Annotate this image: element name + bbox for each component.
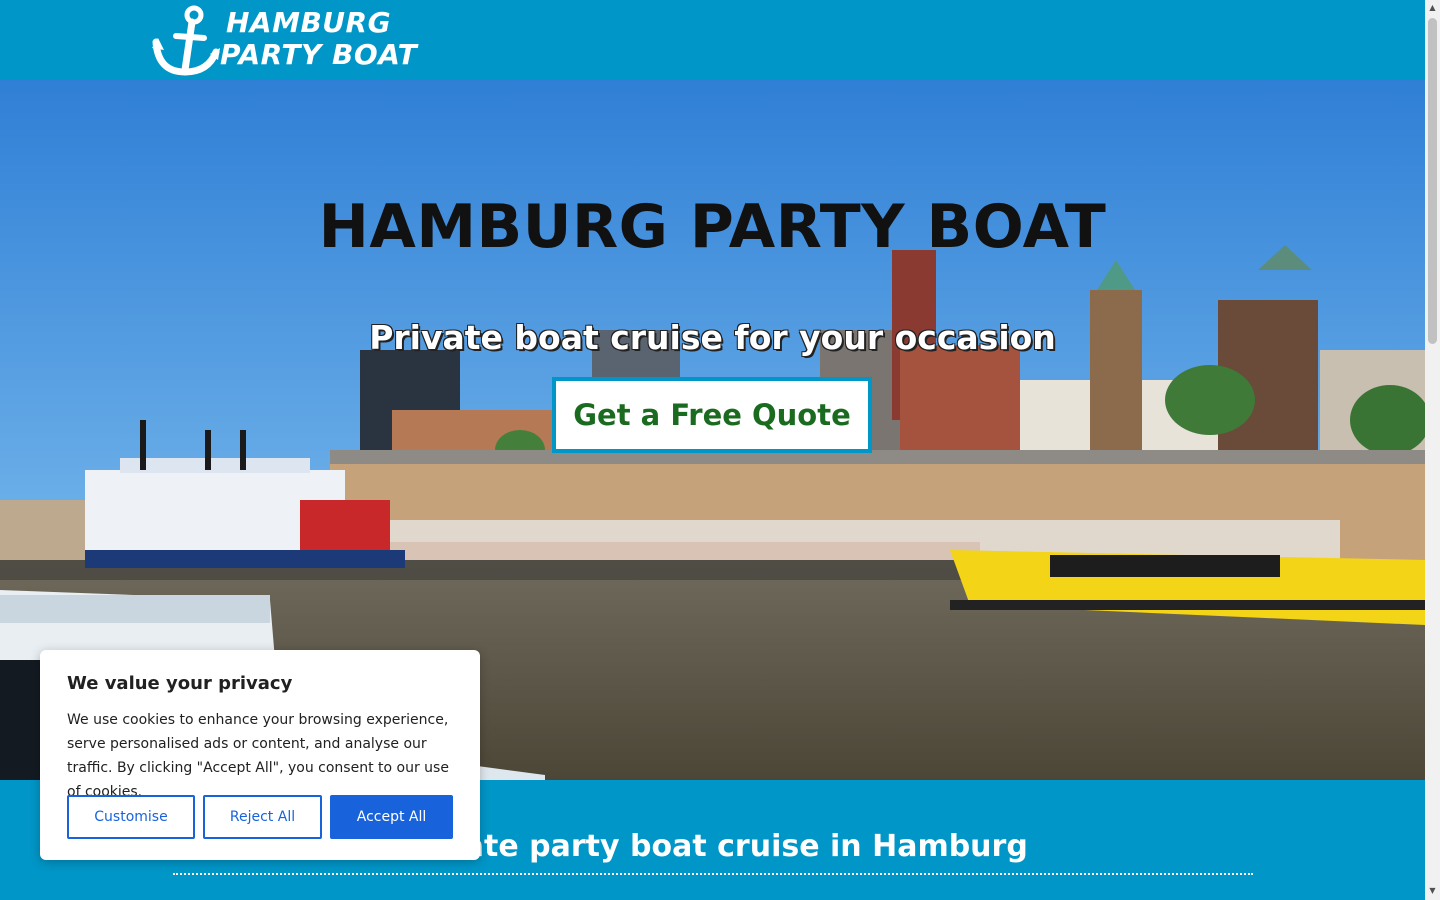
- site-logo[interactable]: HAMBURG PARTY BOAT: [152, 4, 442, 78]
- site-header: HAMBURG PARTY BOAT: [0, 0, 1425, 80]
- logo-text-hamburg: HAMBURG: [226, 6, 392, 39]
- cookie-consent-banner: We value your privacy We use cookies to …: [40, 650, 480, 860]
- dotted-divider: [173, 873, 1253, 875]
- scrollbar-thumb[interactable]: [1428, 18, 1437, 344]
- scroll-down-arrow-icon[interactable]: ▼: [1428, 886, 1437, 895]
- vertical-scrollbar[interactable]: ▲ ▼: [1425, 0, 1440, 900]
- page: HAMBURG PARTY BOAT HAMBURG PARTY BOAT Pr…: [0, 0, 1425, 900]
- scroll-up-arrow-icon[interactable]: ▲: [1428, 3, 1437, 12]
- get-free-quote-button[interactable]: Get a Free Quote: [552, 377, 872, 453]
- hero-title: HAMBURG PARTY BOAT: [318, 192, 1107, 263]
- cookie-banner-title: We value your privacy: [67, 673, 293, 694]
- reject-all-button[interactable]: Reject All: [203, 795, 322, 839]
- logo-text-party-boat: PARTY BOAT: [220, 38, 418, 71]
- accept-all-button[interactable]: Accept All: [330, 795, 453, 839]
- cookie-banner-text: We use cookies to enhance your browsing …: [67, 712, 449, 800]
- hero-subtitle: Private boat cruise for your occasion: [369, 318, 1056, 357]
- anchor-icon: [152, 5, 220, 76]
- customise-button[interactable]: Customise: [67, 795, 195, 839]
